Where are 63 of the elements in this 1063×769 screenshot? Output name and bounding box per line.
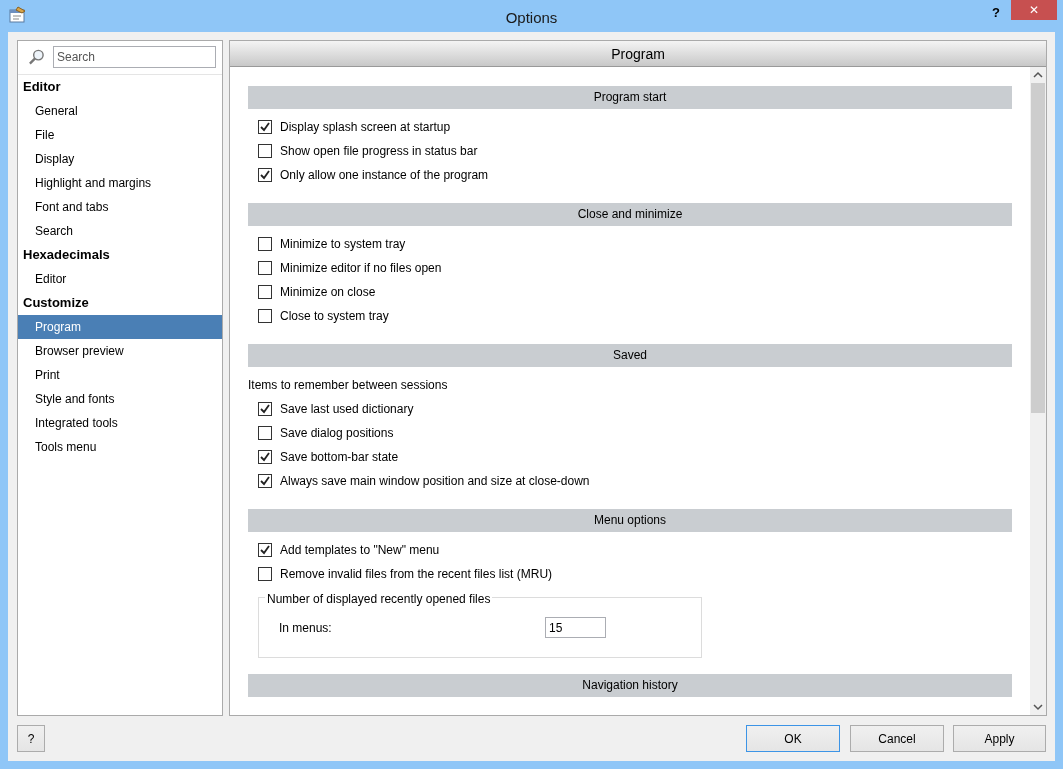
- checkbox[interactable]: [258, 285, 272, 299]
- section-header: Navigation history: [248, 674, 1012, 697]
- page-title: Program: [230, 41, 1046, 67]
- checkbox[interactable]: [258, 426, 272, 440]
- checkbox-label[interactable]: Save bottom-bar state: [280, 448, 399, 466]
- ok-button[interactable]: OK: [746, 725, 840, 752]
- checkbox-label[interactable]: Remove invalid files from the recent files list (MRU): [280, 565, 553, 583]
- sidebar-item[interactable]: Search: [18, 219, 222, 243]
- checkbox[interactable]: [258, 237, 272, 251]
- checkbox[interactable]: [258, 261, 272, 275]
- sidebar-item[interactable]: File: [18, 123, 222, 147]
- sidebar-item[interactable]: Style and fonts: [18, 387, 222, 411]
- sidebar-item[interactable]: Program: [18, 315, 222, 339]
- scroll-thumb[interactable]: [1031, 83, 1045, 413]
- checkbox[interactable]: [258, 543, 272, 557]
- sidebar-heading[interactable]: Hexadecimals: [18, 243, 222, 267]
- help-button[interactable]: ?: [17, 725, 45, 752]
- apply-button[interactable]: Apply: [953, 725, 1046, 752]
- checkbox[interactable]: [258, 402, 272, 416]
- help-button[interactable]: ?: [986, 3, 1006, 23]
- section-header: Program start: [248, 86, 1012, 109]
- checkbox[interactable]: [258, 168, 272, 182]
- sidebar-item[interactable]: General: [18, 99, 222, 123]
- checkbox-label[interactable]: Minimize to system tray: [280, 235, 406, 253]
- checkbox-label[interactable]: Minimize on close: [280, 283, 376, 301]
- search-icon: [28, 48, 45, 66]
- checkbox[interactable]: [258, 474, 272, 488]
- app-icon: [9, 6, 27, 24]
- checkbox-label[interactable]: Add templates to "New" menu: [280, 541, 440, 559]
- number-field[interactable]: 15: [545, 617, 606, 638]
- sidebar-item[interactable]: Browser preview: [18, 339, 222, 363]
- sidebar-item[interactable]: Tools menu: [18, 435, 222, 459]
- section-header: Saved: [248, 344, 1012, 367]
- checkbox[interactable]: [258, 450, 272, 464]
- scrollbar[interactable]: [1030, 67, 1046, 715]
- checkbox[interactable]: [258, 120, 272, 134]
- sidebar-item[interactable]: Editor: [18, 267, 222, 291]
- sidebar-item[interactable]: Display: [18, 147, 222, 171]
- search-field[interactable]: Search: [53, 46, 216, 68]
- checkbox-label[interactable]: Show open file progress in status bar: [280, 142, 478, 160]
- checkbox-label[interactable]: Close to system tray: [280, 307, 389, 325]
- checkbox[interactable]: [258, 567, 272, 581]
- sidebar-item[interactable]: Print: [18, 363, 222, 387]
- checkbox-label[interactable]: Save last used dictionary: [280, 400, 414, 418]
- checkbox[interactable]: [258, 144, 272, 158]
- window-title: Options: [505, 8, 558, 28]
- field-label: In menus:: [279, 619, 333, 637]
- checkbox-label[interactable]: Save dialog positions: [280, 424, 394, 442]
- sidebar-heading[interactable]: Editor: [18, 75, 222, 99]
- checkbox[interactable]: [258, 309, 272, 323]
- checkbox-label[interactable]: Display splash screen at startup: [280, 118, 451, 136]
- sidebar-item[interactable]: Integrated tools: [18, 411, 222, 435]
- section-header: Close and minimize: [248, 203, 1012, 226]
- sidebar-item[interactable]: Highlight and margins: [18, 171, 222, 195]
- close-button[interactable]: ✕: [1011, 0, 1057, 20]
- checkbox-label[interactable]: Minimize editor if no files open: [280, 259, 442, 277]
- sidebar-item[interactable]: Font and tabs: [18, 195, 222, 219]
- section-header: Menu options: [248, 509, 1012, 532]
- sidebar-heading[interactable]: Customize: [18, 291, 222, 315]
- cancel-button[interactable]: Cancel: [850, 725, 944, 752]
- section-note: Items to remember between sessions: [248, 377, 449, 394]
- checkbox-label[interactable]: Only allow one instance of the program: [280, 166, 489, 184]
- checkbox-label[interactable]: Always save main window position and size at close-down: [280, 472, 590, 490]
